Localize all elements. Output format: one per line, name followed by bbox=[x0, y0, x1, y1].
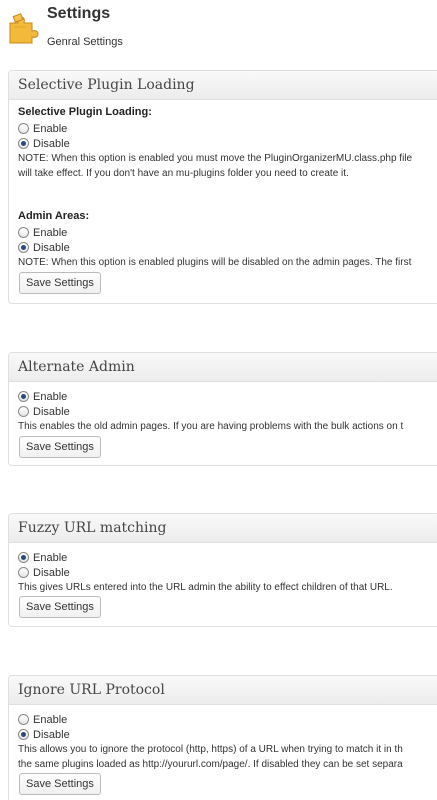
radio-button[interactable] bbox=[18, 406, 29, 417]
note-fuzzy-url: This gives URLs entered into the URL adm… bbox=[18, 582, 393, 593]
radio-label: Disable bbox=[33, 566, 70, 579]
save-settings-button[interactable]: Save Settings bbox=[19, 436, 101, 458]
note-selective-line2: will take effect. If you don't have an m… bbox=[18, 168, 349, 179]
page-header: Settings Genral Settings bbox=[0, 0, 437, 60]
radio-label: Enable bbox=[33, 551, 68, 564]
radio-ignore-enable[interactable]: Enable bbox=[18, 713, 67, 726]
note-admin-areas: NOTE: When this option is enabled plugin… bbox=[18, 257, 412, 268]
panel-ignore-url-protocol: Ignore URL Protocol Enable Disable This … bbox=[8, 675, 437, 800]
radio-label: Disable bbox=[33, 137, 70, 150]
radio-alternate-enable[interactable]: Enable bbox=[18, 390, 67, 403]
radio-admin-disable[interactable]: Disable bbox=[18, 241, 70, 254]
panel-fuzzy-url-matching: Fuzzy URL matching Enable Disable This g… bbox=[8, 513, 437, 627]
radio-button-checked[interactable] bbox=[18, 391, 29, 402]
radio-admin-enable[interactable]: Enable bbox=[18, 226, 67, 239]
note-alternate-admin: This enables the old admin pages. If you… bbox=[18, 421, 404, 432]
panel-title[interactable]: Fuzzy URL matching bbox=[9, 514, 437, 543]
radio-button[interactable] bbox=[18, 227, 29, 238]
radio-label: Disable bbox=[33, 241, 70, 254]
radio-label: Enable bbox=[33, 226, 68, 239]
radio-button-checked[interactable] bbox=[18, 242, 29, 253]
save-settings-button[interactable]: Save Settings bbox=[19, 773, 101, 795]
radio-button-checked[interactable] bbox=[18, 729, 29, 740]
radio-button[interactable] bbox=[18, 714, 29, 725]
radio-button-checked[interactable] bbox=[18, 138, 29, 149]
panel-title[interactable]: Ignore URL Protocol bbox=[9, 676, 437, 705]
save-settings-button[interactable]: Save Settings bbox=[19, 596, 101, 618]
field-label-admin-areas: Admin Areas: bbox=[18, 210, 90, 222]
radio-label: Enable bbox=[33, 122, 68, 135]
settings-page: Settings Genral Settings Selective Plugi… bbox=[0, 0, 437, 800]
panel-title[interactable]: Selective Plugin Loading bbox=[9, 71, 437, 100]
radio-ignore-disable[interactable]: Disable bbox=[18, 728, 70, 741]
radio-button[interactable] bbox=[18, 123, 29, 134]
note-ignore-protocol-line2: the same plugins loaded as http://yourur… bbox=[18, 759, 403, 770]
radio-button[interactable] bbox=[18, 567, 29, 578]
page-title: Settings bbox=[47, 5, 111, 22]
radio-label: Enable bbox=[33, 390, 68, 403]
radio-selective-enable[interactable]: Enable bbox=[18, 122, 67, 135]
note-ignore-protocol-line1: This allows you to ignore the protocol (… bbox=[18, 744, 403, 755]
radio-label: Disable bbox=[33, 405, 70, 418]
panel-selective-plugin-loading: Selective Plugin Loading Selective Plugi… bbox=[8, 70, 437, 304]
radio-alternate-disable[interactable]: Disable bbox=[18, 405, 70, 418]
note-selective-line1: NOTE: When this option is enabled you mu… bbox=[18, 153, 413, 164]
radio-fuzzy-disable[interactable]: Disable bbox=[18, 566, 70, 579]
panel-title[interactable]: Alternate Admin bbox=[9, 353, 437, 382]
radio-selective-disable[interactable]: Disable bbox=[18, 137, 70, 150]
radio-label: Disable bbox=[33, 728, 70, 741]
radio-fuzzy-enable[interactable]: Enable bbox=[18, 551, 67, 564]
radio-button-checked[interactable] bbox=[18, 552, 29, 563]
radio-label: Enable bbox=[33, 713, 68, 726]
save-settings-button[interactable]: Save Settings bbox=[19, 272, 101, 294]
field-label-selective-loading: Selective Plugin Loading: bbox=[18, 106, 152, 118]
page-subtitle: Genral Settings bbox=[47, 36, 123, 48]
puzzle-icon bbox=[9, 13, 39, 44]
panel-alternate-admin: Alternate Admin Enable Disable This enab… bbox=[8, 352, 437, 466]
